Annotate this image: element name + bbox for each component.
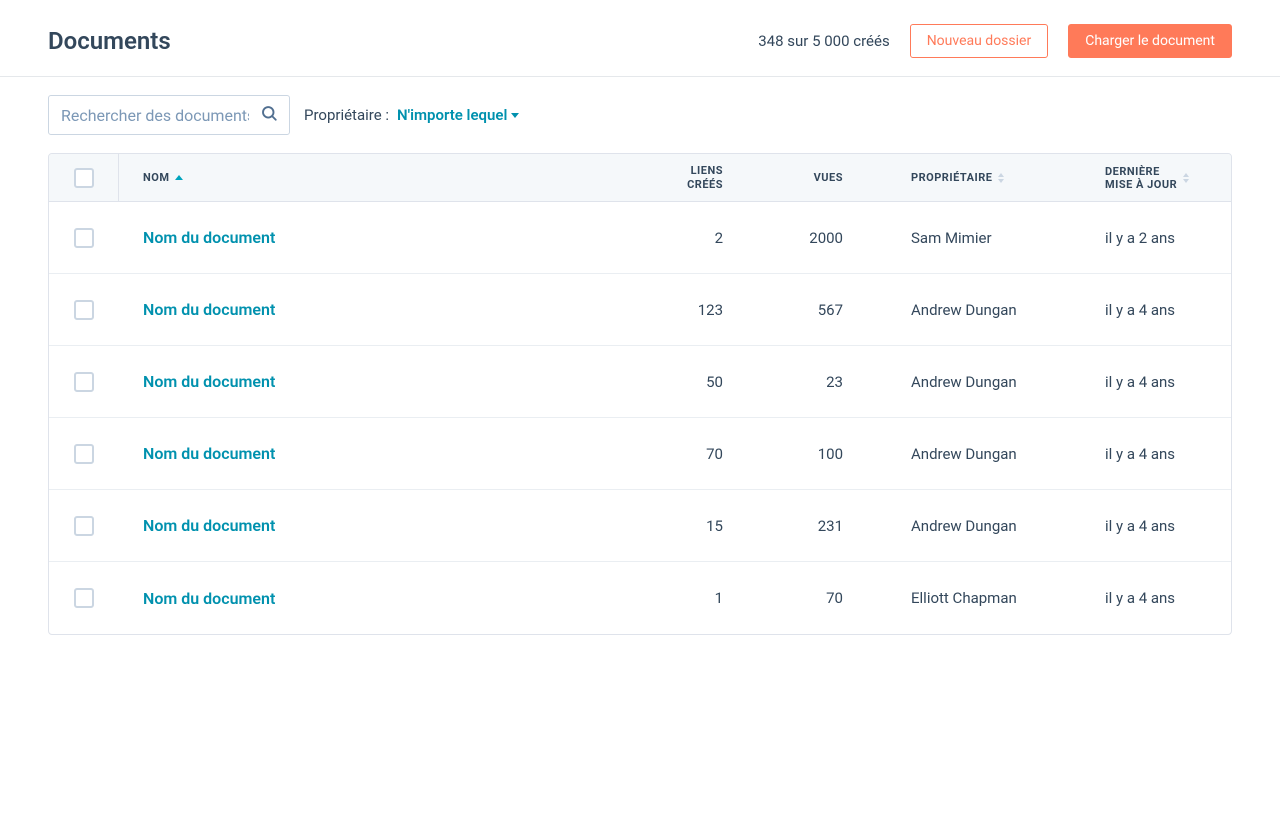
cell-views: 100 [731,445,851,463]
cell-links: 2 [621,229,731,247]
column-header-updated-label1: DERNIÈRE [1105,165,1177,178]
documents-table: NOM LIENS CRÉÉS VUES PROPRIÉTAIRE DERNIÈ… [48,153,1232,635]
cell-views: 2000 [731,229,851,247]
column-header-name[interactable]: NOM [119,171,621,184]
cell-name: Nom du document [119,516,621,535]
cell-name: Nom du document [119,372,621,391]
column-header-name-label: NOM [143,171,169,184]
cell-views: 23 [731,373,851,391]
table-row: Nom du document 22000Sam Mimieril y a 2 a… [49,202,1231,274]
table-row: Nom du document 123567Andrew Dunganil y a… [49,274,1231,346]
cell-updated: il y a 2 ans [1051,229,1231,247]
cell-owner: Sam Mimier [851,229,1051,247]
column-header-links[interactable]: LIENS CRÉÉS [621,164,731,190]
owner-filter-value: N'importe lequel [397,106,507,124]
table-row: Nom du document 70100Andrew Dunganil y a … [49,418,1231,490]
column-header-links-label2: CRÉÉS [687,178,723,191]
cell-views: 231 [731,517,851,535]
select-all-cell [49,154,119,201]
cell-links: 1 [621,589,731,607]
new-folder-button[interactable]: Nouveau dossier [910,24,1049,58]
cell-updated: il y a 4 ans [1051,445,1231,463]
row-checkbox-cell [49,588,119,608]
row-checkbox-cell [49,300,119,320]
sort-asc-icon [175,175,183,180]
cell-name: Nom du document [119,228,621,247]
cell-name: Nom du document [119,300,621,319]
cell-links: 123 [621,301,731,319]
cell-owner: Andrew Dungan [851,517,1051,535]
row-checkbox-cell [49,444,119,464]
upload-document-button[interactable]: Charger le document [1068,24,1232,58]
row-checkbox[interactable] [74,516,94,536]
owner-filter-label: Propriétaire : [304,106,389,124]
page-header: Documents 348 sur 5 000 créés Nouveau do… [0,0,1280,77]
header-actions: 348 sur 5 000 créés Nouveau dossier Char… [758,24,1232,58]
cell-name: Nom du document [119,589,621,608]
select-all-checkbox[interactable] [74,168,94,188]
table-header: NOM LIENS CRÉÉS VUES PROPRIÉTAIRE DERNIÈ… [49,154,1231,202]
row-checkbox[interactable] [74,588,94,608]
cell-links: 70 [621,445,731,463]
cell-links: 15 [621,517,731,535]
cell-views: 70 [731,589,851,607]
row-checkbox[interactable] [74,444,94,464]
document-link[interactable]: Nom du document [143,372,275,391]
cell-owner: Andrew Dungan [851,301,1051,319]
cell-owner: Andrew Dungan [851,373,1051,391]
cell-owner: Andrew Dungan [851,445,1051,463]
sort-icon [998,173,1004,183]
cell-links: 50 [621,373,731,391]
column-header-links-label1: LIENS [687,164,723,177]
cell-owner: Elliott Chapman [851,589,1051,607]
document-count: 348 sur 5 000 créés [758,32,889,50]
cell-updated: il y a 4 ans [1051,589,1231,607]
document-link[interactable]: Nom du document [143,516,275,535]
column-header-updated-label2: MISE À JOUR [1105,178,1177,191]
search-input[interactable] [48,95,290,135]
row-checkbox-cell [49,372,119,392]
cell-views: 567 [731,301,851,319]
document-link[interactable]: Nom du document [143,300,275,319]
column-header-owner-label: PROPRIÉTAIRE [911,171,992,184]
column-header-views[interactable]: VUES [731,171,851,184]
row-checkbox-cell [49,516,119,536]
cell-name: Nom du document [119,444,621,463]
toolbar: Propriétaire : N'importe lequel [0,77,1280,153]
owner-filter-select[interactable]: N'importe lequel [397,106,519,124]
page-title: Documents [48,27,171,55]
column-header-owner[interactable]: PROPRIÉTAIRE [851,171,1051,184]
cell-updated: il y a 4 ans [1051,301,1231,319]
row-checkbox[interactable] [74,300,94,320]
cell-updated: il y a 4 ans [1051,517,1231,535]
row-checkbox[interactable] [74,228,94,248]
owner-filter: Propriétaire : N'importe lequel [304,106,519,124]
table-row: Nom du document 15231Andrew Dunganil y a … [49,490,1231,562]
column-header-updated[interactable]: DERNIÈRE MISE À JOUR [1051,165,1231,191]
row-checkbox[interactable] [74,372,94,392]
chevron-down-icon [511,113,519,118]
row-checkbox-cell [49,228,119,248]
search-wrapper [48,95,290,135]
cell-updated: il y a 4 ans [1051,373,1231,391]
document-link[interactable]: Nom du document [143,444,275,463]
column-header-views-label: VUES [814,171,843,184]
document-link[interactable]: Nom du document [143,589,275,608]
table-row: Nom du document 5023Andrew Dunganil y a 4… [49,346,1231,418]
table-body: Nom du document 22000Sam Mimieril y a 2 a… [49,202,1231,634]
document-link[interactable]: Nom du document [143,228,275,247]
table-row: Nom du document 170Elliott Chapmanil y a … [49,562,1231,634]
sort-icon [1183,173,1189,183]
